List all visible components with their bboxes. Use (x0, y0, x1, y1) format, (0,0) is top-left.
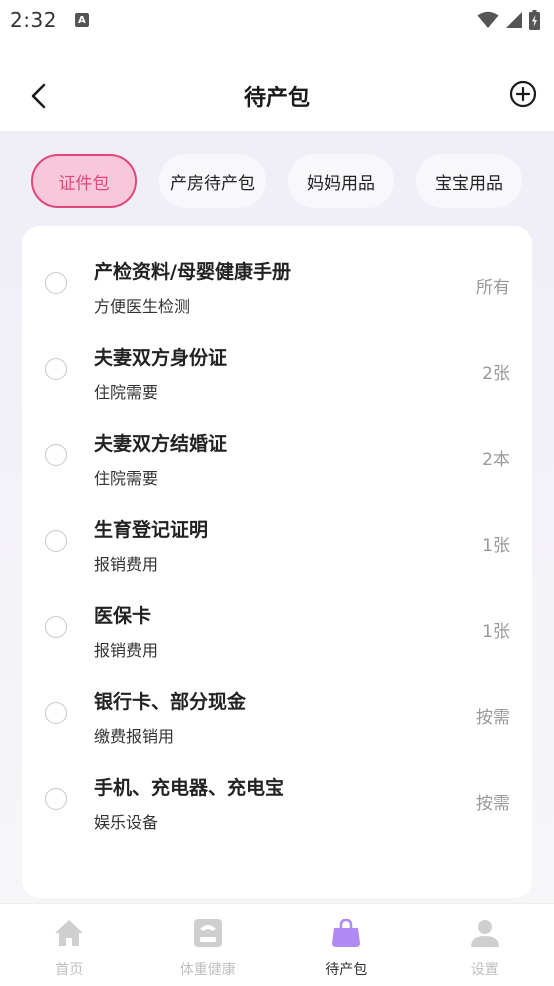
item-checkbox[interactable] (45, 530, 67, 552)
item-checkbox[interactable] (45, 358, 67, 380)
list-item[interactable]: 夫妻双方结婚证 住院需要 2本 (22, 415, 532, 501)
item-name: 银行卡、部分现金 (94, 687, 246, 714)
item-name: 夫妻双方身份证 (94, 343, 227, 370)
category-tabs: 证件包 产房待产包 妈妈用品 宝宝用品 (31, 154, 522, 208)
battery-icon (529, 10, 540, 30)
list-item[interactable]: 产检资料/母婴健康手册 方便医生检测 所有 (22, 243, 532, 329)
item-checkbox[interactable] (45, 788, 67, 810)
tab-certificates[interactable]: 证件包 (31, 154, 137, 208)
item-name: 手机、充电器、充电宝 (94, 773, 284, 800)
nav-label: 首页 (55, 959, 83, 979)
item-quantity: 按需 (476, 703, 510, 728)
item-checkbox[interactable] (45, 616, 67, 638)
item-quantity: 2张 (482, 359, 510, 384)
nav-item-settings[interactable]: 设置 (416, 904, 554, 986)
item-quantity: 1张 (482, 617, 510, 642)
item-name: 夫妻双方结婚证 (94, 429, 227, 456)
cell-signal-icon (505, 11, 523, 29)
item-quantity: 2本 (482, 445, 510, 470)
app-header: 待产包 (0, 40, 554, 131)
page-title: 待产包 (0, 80, 554, 112)
wifi-icon (477, 11, 499, 29)
nav-label: 待产包 (325, 959, 367, 979)
notification-icon: A (75, 13, 89, 27)
item-checkbox[interactable] (45, 702, 67, 724)
add-circle-icon[interactable] (508, 79, 538, 109)
bag-icon (330, 917, 362, 949)
tab-delivery-room-bag[interactable]: 产房待产包 (159, 154, 266, 208)
checklist-card: 产检资料/母婴健康手册 方便医生检测 所有 夫妻双方身份证 住院需要 2张 夫妻… (22, 226, 532, 898)
item-checkbox[interactable] (45, 444, 67, 466)
list-item[interactable]: 银行卡、部分现金 缴费报销用 按需 (22, 673, 532, 759)
item-name: 产检资料/母婴健康手册 (94, 257, 291, 284)
item-description: 住院需要 (94, 379, 158, 403)
list-item[interactable]: 医保卡 报销费用 1张 (22, 587, 532, 673)
item-description: 缴费报销用 (94, 723, 174, 747)
nav-item-home[interactable]: 首页 (0, 904, 139, 986)
list-item[interactable]: 生育登记证明 报销费用 1张 (22, 501, 532, 587)
nav-label: 设置 (471, 959, 499, 979)
item-description: 方便医生检测 (94, 293, 190, 317)
scale-icon (192, 917, 224, 949)
nav-label: 体重健康 (180, 959, 236, 979)
item-name: 医保卡 (94, 601, 151, 628)
item-description: 报销费用 (94, 551, 158, 575)
content-area: 证件包 产房待产包 妈妈用品 宝宝用品 产检资料/母婴健康手册 方便医生检测 所… (0, 131, 554, 903)
status-bar: 2:32 A (0, 0, 554, 40)
nav-item-birth-bag[interactable]: 待产包 (277, 904, 416, 986)
item-quantity: 1张 (482, 531, 510, 556)
item-checkbox[interactable] (45, 272, 67, 294)
bottom-nav: 首页 体重健康 待产包 设置 (0, 903, 554, 986)
list-item[interactable]: 手机、充电器、充电宝 娱乐设备 按需 (22, 759, 532, 845)
home-icon (53, 917, 85, 949)
status-indicators (477, 10, 540, 30)
item-quantity: 按需 (476, 789, 510, 814)
list-item[interactable]: 夫妻双方身份证 住院需要 2张 (22, 329, 532, 415)
item-description: 娱乐设备 (94, 809, 158, 833)
tab-baby-supplies[interactable]: 宝宝用品 (416, 154, 522, 208)
item-quantity: 所有 (476, 273, 510, 298)
status-time: 2:32 (10, 8, 57, 32)
tab-mom-supplies[interactable]: 妈妈用品 (288, 154, 394, 208)
item-description: 报销费用 (94, 637, 158, 661)
item-name: 生育登记证明 (94, 515, 208, 542)
person-icon (469, 917, 501, 949)
item-description: 住院需要 (94, 465, 158, 489)
nav-item-weight-health[interactable]: 体重健康 (139, 904, 278, 986)
